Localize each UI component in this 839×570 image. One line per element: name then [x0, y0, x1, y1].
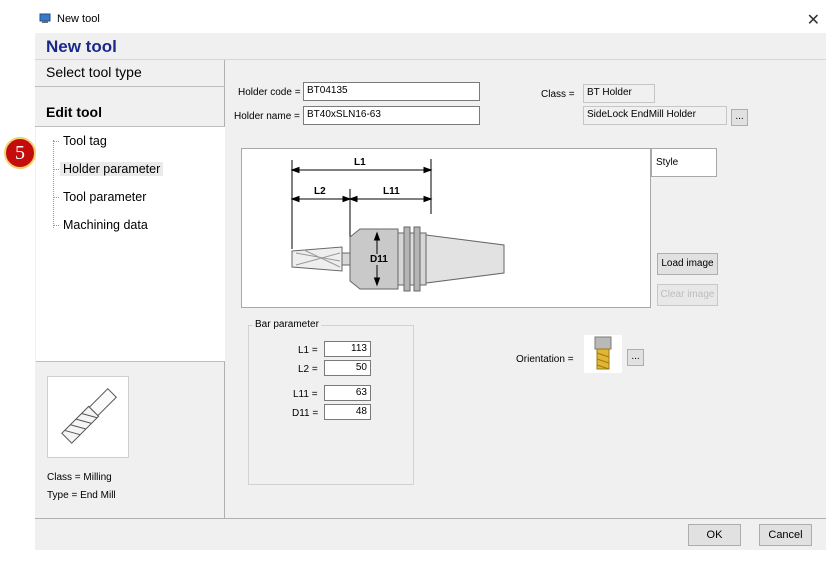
param-field-l1[interactable]: 113 [324, 341, 371, 357]
param-label-l11: L11 = [293, 389, 318, 400]
dialog-header: New tool [35, 33, 826, 60]
tree-connector [53, 140, 54, 228]
bar-parameter-title: Bar parameter [253, 319, 321, 330]
holder-code-label: Holder code = [238, 87, 301, 98]
tree-item-label: Tool tag [63, 134, 107, 148]
nav-select-tool-type-label: Select tool type [46, 64, 142, 80]
class-browse-button[interactable]: ... [731, 109, 748, 126]
param-field-d11[interactable]: 48 [324, 404, 371, 420]
holder-diagram: L1 L2 L11 D11 [241, 148, 651, 308]
end-mill-icon [47, 376, 129, 458]
style-label: Style [656, 157, 679, 168]
subclass-field: SideLock EndMill Holder [583, 106, 727, 125]
tree-item-label: Tool parameter [63, 190, 147, 204]
class-field: BT Holder [583, 84, 655, 103]
param-field-l11[interactable]: 63 [324, 385, 371, 401]
cancel-button[interactable]: Cancel [759, 524, 812, 546]
tool-class-text: Class = Milling [47, 472, 112, 483]
end-mill-orientation-icon [584, 335, 622, 373]
dim-label-l11: L11 [383, 186, 400, 197]
window-title: New tool [57, 13, 100, 25]
step-badge: 5 [4, 137, 36, 169]
holder-name-label: Holder name = [234, 111, 300, 122]
nav-edit-tool[interactable]: Edit tool [35, 100, 225, 127]
orientation-browse-button[interactable]: ... [627, 349, 644, 366]
load-image-button[interactable]: Load image [657, 253, 718, 275]
tree-item-label: Holder parameter [60, 162, 164, 176]
param-label-d11: D11 = [292, 408, 319, 419]
app-icon [39, 13, 51, 23]
clear-image-button[interactable]: Clear image [657, 284, 718, 306]
param-label-l2: L2 = [298, 364, 318, 375]
tool-type-text: Type = End Mill [47, 490, 116, 501]
nav-select-tool-type[interactable]: Select tool type [35, 60, 225, 87]
class-label: Class = [541, 89, 575, 100]
nav-edit-tool-label: Edit tool [46, 104, 102, 120]
orientation-label: Orientation = [516, 354, 574, 365]
style-box[interactable]: Style [651, 148, 717, 177]
page-title: New tool [46, 37, 117, 56]
close-icon[interactable]: ✕ [807, 10, 820, 30]
tree-item-label: Machining data [63, 218, 148, 232]
ok-button[interactable]: OK [688, 524, 741, 546]
dim-label-l1: L1 [354, 157, 366, 168]
dim-label-d11: D11 [370, 254, 388, 265]
holder-name-field[interactable]: BT40xSLN16-63 [303, 106, 480, 125]
holder-code-field[interactable]: BT04135 [303, 82, 480, 101]
title-bar: New tool ✕ [35, 7, 826, 33]
dim-label-l2: L2 [314, 186, 326, 197]
param-field-l2[interactable]: 50 [324, 360, 371, 376]
param-label-l1: L1 = [298, 345, 318, 356]
